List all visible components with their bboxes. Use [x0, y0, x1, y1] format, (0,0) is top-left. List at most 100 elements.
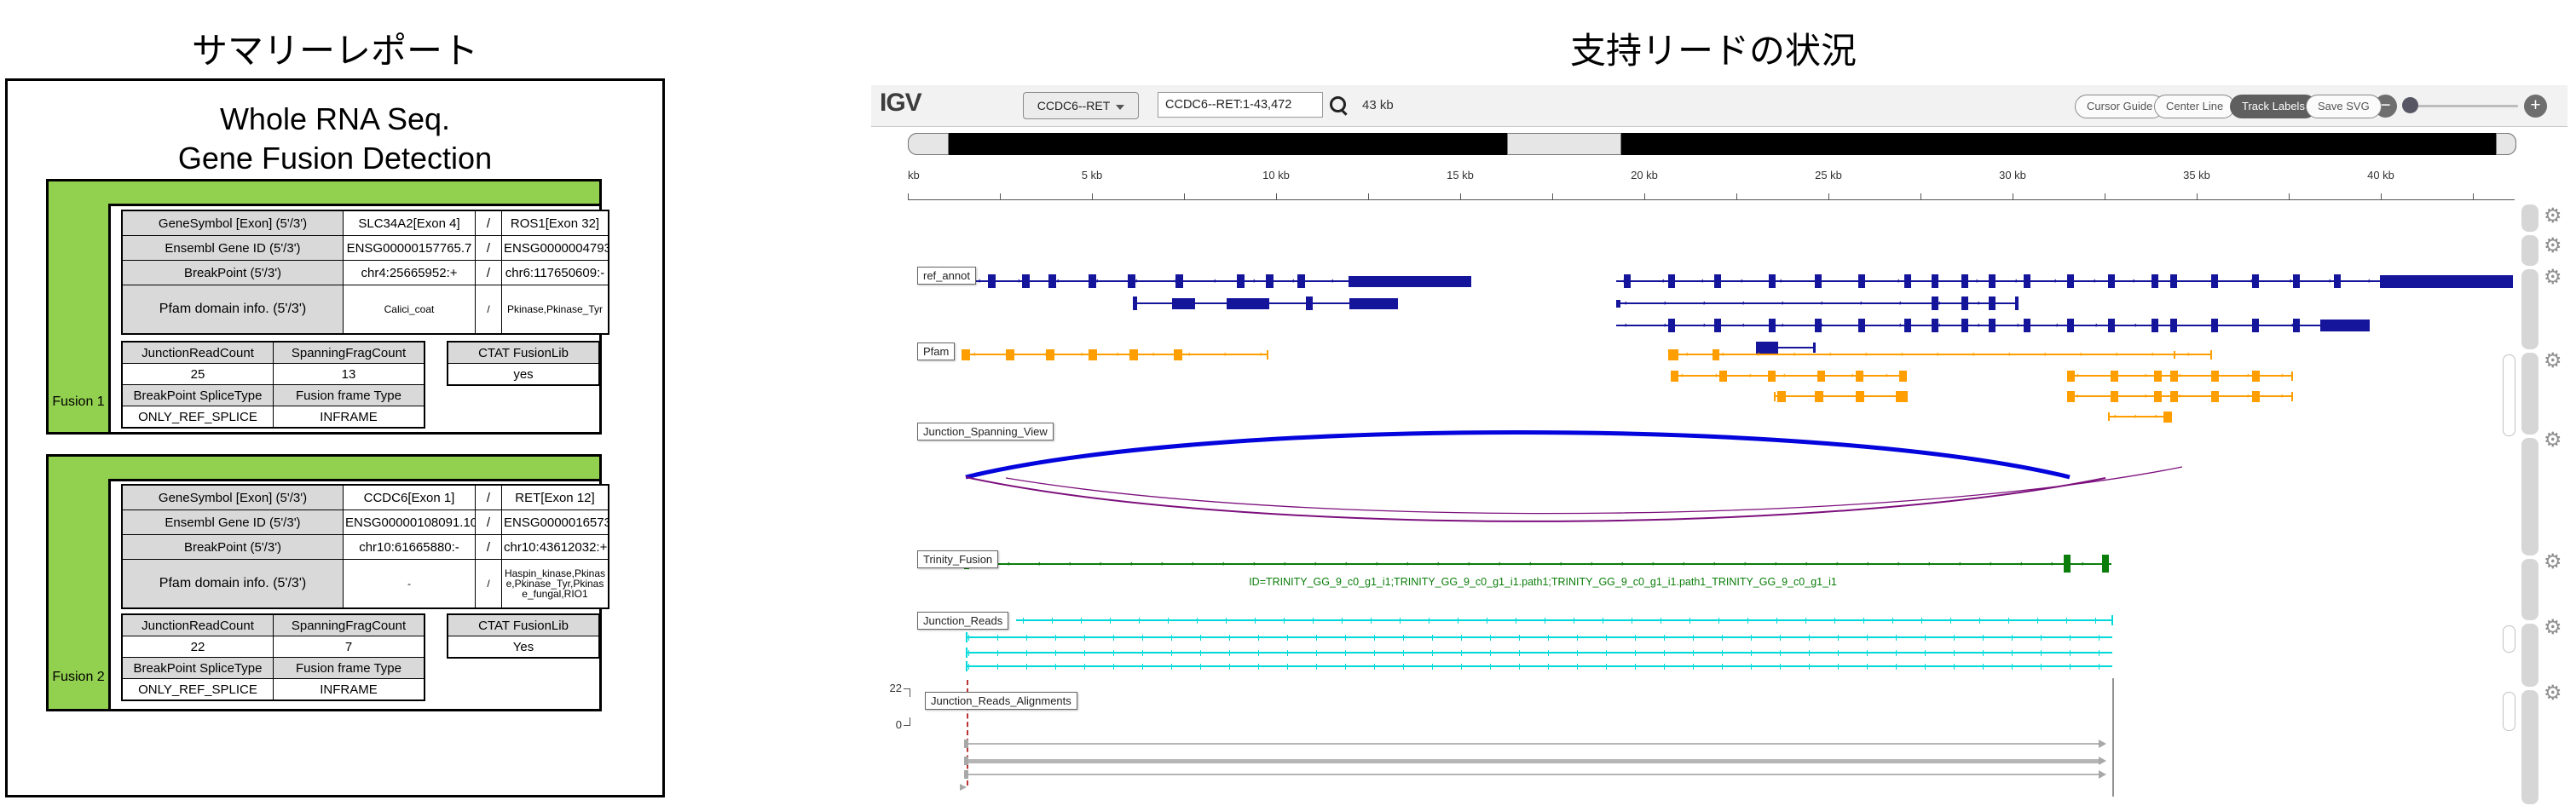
- strand-arrow-icon: ›: [2076, 392, 2079, 400]
- exon-box: [2024, 274, 2030, 288]
- strand-arrow-icon: ›: [1742, 299, 1745, 307]
- track-drag-handle[interactable]: [2521, 624, 2538, 687]
- track-drag-handle[interactable]: [2521, 204, 2538, 232]
- feature-tick: [2041, 650, 2042, 656]
- exon-box: [1349, 298, 1398, 309]
- toolbar-button-save-svg[interactable]: Save SVG: [2306, 95, 2382, 118]
- feature-tick: [1026, 664, 1027, 670]
- strand-arrow-icon: ›: [2368, 277, 2371, 285]
- feature-tick: [1635, 635, 1636, 641]
- feature-line: [1778, 347, 1816, 348]
- track-settings-gear-icon[interactable]: ⚙: [2544, 682, 2562, 705]
- track-settings-gear-icon[interactable]: ⚙: [2544, 267, 2562, 289]
- exon-box: [966, 632, 967, 642]
- ruler-tick: [1276, 193, 1277, 199]
- feature-tick: [2012, 635, 2013, 641]
- track-drag-handle[interactable]: [2521, 353, 2538, 435]
- exon-box: [2211, 274, 2218, 288]
- toolbar-button-track-labels[interactable]: Track Labels: [2230, 95, 2317, 118]
- track-settings-gear-icon[interactable]: ⚙: [2544, 429, 2562, 452]
- feature-tick: [1113, 635, 1114, 641]
- exon-box: [966, 661, 967, 671]
- track-label-junction_reads[interactable]: Junction_Reads: [917, 612, 1008, 630]
- exon-box: [2170, 391, 2178, 402]
- feature-tick: [1229, 650, 1230, 656]
- strand-arrow-icon: ›: [1406, 560, 1409, 567]
- ruler-tick: [1184, 193, 1185, 199]
- track-drag-handle[interactable]: [2521, 235, 2538, 266]
- exon-box: [1022, 274, 1030, 288]
- track-label-trinity_fusion[interactable]: Trinity_Fusion: [917, 550, 998, 568]
- feature-tick: [1345, 650, 1346, 656]
- feature-tick: [1718, 618, 1719, 624]
- feature-tick: [1892, 618, 1893, 624]
- igv-track-canvas[interactable]: ››››››››››››››››››››››››››››››››››››››››…: [0, 0, 2576, 806]
- strand-arrow-icon: ›: [1783, 371, 1786, 379]
- ideogram-segment: [908, 133, 949, 155]
- strand-arrow-icon: ›: [1782, 321, 1784, 329]
- feature-tick: [1664, 650, 1665, 656]
- track-settings-gear-icon[interactable]: ⚙: [2544, 617, 2562, 639]
- feature-tick: [1954, 635, 1955, 641]
- feature-tick: [1809, 664, 1810, 670]
- feature-tick: [1287, 664, 1288, 670]
- track-label-junction_spanning_view[interactable]: Junction_Spanning_View: [917, 423, 1054, 440]
- strand-arrow-icon: ›: [1662, 277, 1665, 285]
- feature-tick: [1026, 650, 1027, 656]
- track-settings-gear-icon[interactable]: ⚙: [2544, 551, 2562, 573]
- feature-tick: [1577, 650, 1578, 656]
- feature-tick: [1896, 650, 1897, 656]
- track-settings-gear-icon[interactable]: ⚙: [2544, 205, 2562, 227]
- feature-tick: [1983, 650, 1984, 656]
- track-drag-handle[interactable]: [2521, 559, 2538, 620]
- feature-tick: [1055, 664, 1056, 670]
- feature-tick: [1429, 618, 1430, 624]
- track-settings-gear-icon[interactable]: ⚙: [2544, 350, 2562, 372]
- feature-tick: [1751, 635, 1752, 641]
- strand-arrow-icon: ›: [1978, 299, 1980, 307]
- strand-arrow-icon: ›: [1161, 560, 1164, 567]
- strand-arrow-icon: ›: [2134, 412, 2137, 420]
- strand-arrow-icon: ›: [2015, 277, 2018, 285]
- feature-tick: [1867, 664, 1868, 670]
- strand-arrow-icon: ›: [1499, 560, 1501, 567]
- track-label-pfam[interactable]: Pfam: [917, 343, 955, 360]
- strand-arrow-icon: ›: [1972, 350, 1975, 358]
- exon-box: [1046, 349, 1054, 360]
- track-scrollbar[interactable]: [2503, 692, 2515, 731]
- feature-tick: [997, 664, 998, 670]
- read-alignment: [968, 743, 2099, 745]
- track-drag-handle[interactable]: [2521, 438, 2538, 556]
- feature-tick: [1055, 635, 1056, 641]
- feature-tick: [1142, 650, 1143, 656]
- exon-box: [2163, 412, 2172, 423]
- exon-box: [2108, 274, 2115, 288]
- feature-tick: [1461, 650, 1462, 656]
- strand-arrow-icon: ›: [2247, 392, 2250, 400]
- feature-tick: [1171, 650, 1172, 656]
- feature-tick: [1316, 635, 1317, 641]
- strand-arrow-icon: ›: [1100, 560, 1102, 567]
- exon-box: [2211, 371, 2219, 382]
- strand-arrow-icon: ›: [2134, 321, 2137, 329]
- ruler-tick: [2289, 193, 2290, 199]
- track-scrollbar[interactable]: [2503, 625, 2515, 653]
- track-settings-gear-icon[interactable]: ⚙: [2544, 235, 2562, 257]
- strand-arrow-icon: ›: [1081, 350, 1083, 358]
- feature-tick: [1780, 664, 1781, 670]
- feature-tick: [1403, 650, 1404, 656]
- track-label-junction_reads_alignments[interactable]: Junction_Reads_Alignments: [925, 692, 1077, 710]
- exon-box: [1817, 371, 1825, 382]
- toolbar-button-cursor-guide[interactable]: Cursor Guide: [2075, 95, 2164, 118]
- exon-box: [2293, 274, 2300, 288]
- feature-tick: [1461, 635, 1462, 641]
- track-scrollbar[interactable]: [2503, 354, 2515, 436]
- exon-box: [966, 648, 967, 658]
- track-drag-handle[interactable]: [2521, 690, 2538, 804]
- strand-arrow-icon: ›: [2281, 392, 2284, 400]
- toolbar-button-center-line[interactable]: Center Line: [2154, 95, 2235, 118]
- track-drag-handle[interactable]: [2521, 269, 2538, 349]
- read-start-block: [964, 757, 968, 765]
- exon-box: [2211, 319, 2218, 332]
- track-label-ref_annot[interactable]: ref_annot: [917, 267, 976, 285]
